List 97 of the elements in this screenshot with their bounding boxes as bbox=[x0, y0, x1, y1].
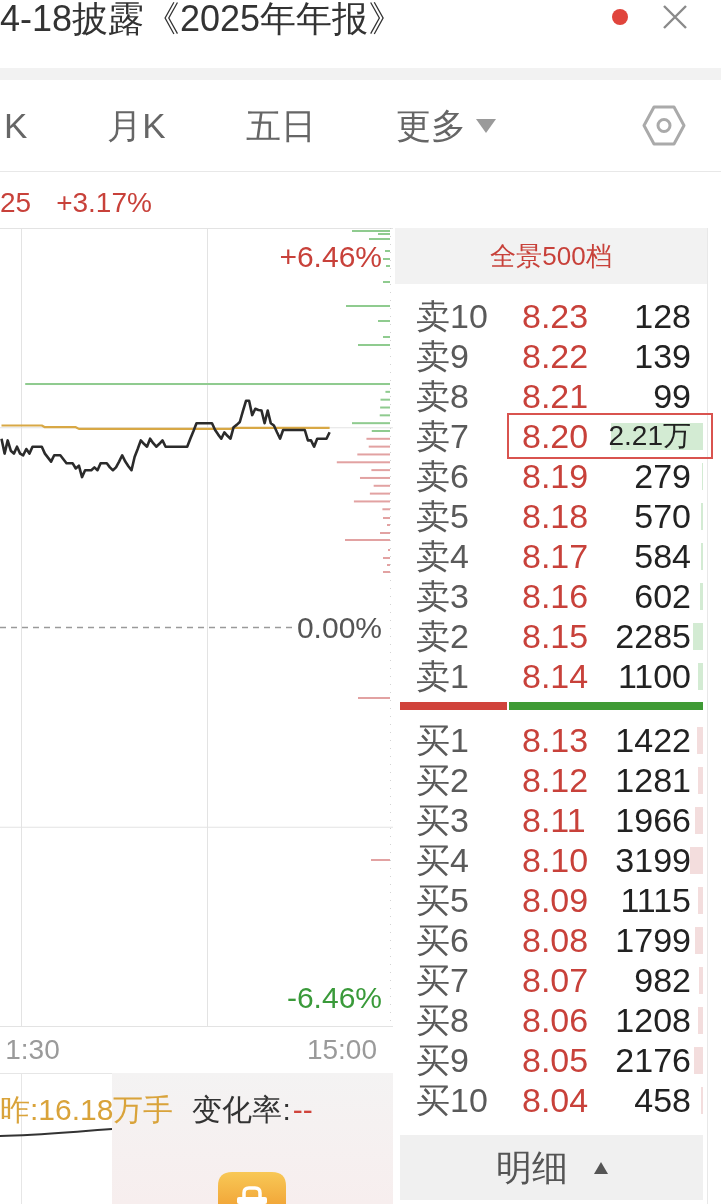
bid-level-label: 买8 bbox=[416, 1000, 470, 1040]
page-title: 4-18披露《2025年年报》 bbox=[0, 0, 405, 38]
bid-volume: 1281 bbox=[615, 760, 691, 800]
depth-bar bbox=[379, 414, 390, 417]
bid-volume: 1799 bbox=[615, 920, 691, 960]
bid-volume: 3199 bbox=[615, 840, 691, 880]
ask-volume: 570 bbox=[634, 496, 691, 536]
depth-bar bbox=[360, 476, 390, 479]
bid-price: 8.05 bbox=[522, 1040, 590, 1080]
time-label: 15:00 bbox=[306, 1034, 377, 1066]
ask-volume: 139 bbox=[634, 336, 691, 376]
depth-bar bbox=[366, 437, 390, 440]
bid-volume: 1115 bbox=[620, 880, 691, 920]
volume-text: 昨:16.18万手 bbox=[0, 1095, 174, 1125]
bid-price: 8.08 bbox=[522, 920, 590, 960]
ask-level-label: 卖2 bbox=[416, 616, 470, 656]
depth-bar bbox=[357, 453, 390, 456]
ask-volume: 99 bbox=[653, 376, 691, 416]
ask-price: 8.17 bbox=[522, 536, 590, 576]
depth-bar bbox=[382, 508, 390, 511]
bag-icon[interactable] bbox=[218, 1172, 286, 1204]
tab[interactable]: K bbox=[4, 105, 28, 146]
depth-bar bbox=[368, 445, 390, 448]
tab[interactable]: 五日 bbox=[245, 105, 316, 146]
ask-volume: 2.21万 bbox=[608, 420, 691, 452]
price-change: 25 bbox=[0, 187, 32, 219]
ask-price: 8.20 bbox=[522, 416, 590, 456]
bid-volume: 1208 bbox=[615, 1000, 691, 1040]
depth-bar bbox=[385, 390, 390, 393]
axis-label: +6.46% bbox=[278, 241, 383, 272]
depth-bar bbox=[380, 406, 390, 409]
ask-volume: 1100 bbox=[617, 656, 691, 696]
ask-level-label: 卖7 bbox=[416, 416, 470, 456]
tab[interactable]: 月K bbox=[107, 105, 166, 146]
ask-volume: 128 bbox=[634, 296, 691, 336]
bid-volume: 1422 bbox=[615, 720, 691, 760]
more-menu-button[interactable]: 更多 bbox=[395, 105, 496, 146]
detail-button[interactable]: 明细 bbox=[400, 1135, 703, 1200]
depth-view-button[interactable]: 全景500档 bbox=[395, 228, 707, 284]
caret-down-icon bbox=[475, 118, 496, 133]
caret-up-icon bbox=[593, 1161, 608, 1174]
bid-price: 8.11 bbox=[522, 800, 587, 840]
depth-bar bbox=[380, 398, 390, 401]
bid-volume: 2176 bbox=[615, 1040, 691, 1080]
bid-volume: 1966 bbox=[615, 800, 691, 840]
ask-volume: 279 bbox=[634, 456, 691, 496]
depth-bar bbox=[336, 461, 390, 464]
depth-bar bbox=[369, 492, 390, 495]
settings-icon[interactable] bbox=[642, 105, 686, 146]
depth-bar bbox=[371, 469, 390, 472]
depth-bar bbox=[373, 484, 390, 487]
bid-price: 8.06 bbox=[522, 1000, 590, 1040]
ask-volume: 584 bbox=[634, 536, 691, 576]
bid-level-label: 买5 bbox=[416, 880, 470, 920]
bid-price: 8.13 bbox=[522, 720, 590, 760]
ask-price: 8.15 bbox=[522, 616, 590, 656]
change-rate-label: 变化率: bbox=[192, 1095, 291, 1125]
ask-volume: 602 bbox=[634, 576, 691, 616]
ask-level-label: 卖5 bbox=[416, 496, 470, 536]
bid-price: 8.04 bbox=[522, 1080, 590, 1120]
bid-level-label: 买6 bbox=[416, 920, 470, 960]
percent-change: +3.17% bbox=[56, 187, 152, 219]
ask-price: 8.16 bbox=[522, 576, 590, 616]
axis-label: -6.46% bbox=[285, 983, 383, 1014]
bid-volume: 458 bbox=[634, 1080, 691, 1120]
bid-level-label: 买4 bbox=[416, 840, 470, 880]
bid-price: 8.07 bbox=[522, 960, 590, 1000]
ask-price: 8.19 bbox=[522, 456, 590, 496]
close-icon[interactable] bbox=[662, 4, 688, 30]
change-rate-value: -- bbox=[292, 1095, 313, 1125]
ask-price: 8.21 bbox=[522, 376, 590, 416]
depth-bar bbox=[352, 422, 390, 425]
ask-level-label: 卖3 bbox=[416, 576, 470, 616]
bid-price: 8.09 bbox=[522, 880, 590, 920]
ask-level-label: 卖9 bbox=[416, 336, 470, 376]
bid-level-label: 买3 bbox=[416, 800, 470, 840]
bid-level-label: 买10 bbox=[416, 1080, 489, 1120]
ask-volume: 2285 bbox=[615, 616, 691, 656]
bid-level-label: 买7 bbox=[416, 960, 470, 1000]
axis-label: 0.00% bbox=[295, 612, 383, 643]
bid-price: 8.10 bbox=[522, 840, 590, 880]
ask-level-label: 卖8 bbox=[416, 376, 470, 416]
ask-level-label: 卖6 bbox=[416, 456, 470, 496]
ask-level-label: 卖1 bbox=[416, 656, 470, 696]
bid-price: 8.12 bbox=[522, 760, 590, 800]
ask-price: 8.18 bbox=[522, 496, 590, 536]
depth-bar bbox=[353, 500, 390, 503]
ask-price: 8.14 bbox=[522, 656, 590, 696]
bid-level-label: 买9 bbox=[416, 1040, 470, 1080]
bid-level-label: 买2 bbox=[416, 760, 470, 800]
ask-price: 8.23 bbox=[522, 296, 590, 336]
ask-level-label: 卖10 bbox=[416, 296, 489, 336]
bid-level-label: 买1 bbox=[416, 720, 470, 760]
ask-price: 8.22 bbox=[522, 336, 590, 376]
bid-volume: 982 bbox=[634, 960, 691, 1000]
time-label: 1:30 bbox=[5, 1034, 60, 1066]
ask-level-label: 卖4 bbox=[416, 536, 470, 576]
